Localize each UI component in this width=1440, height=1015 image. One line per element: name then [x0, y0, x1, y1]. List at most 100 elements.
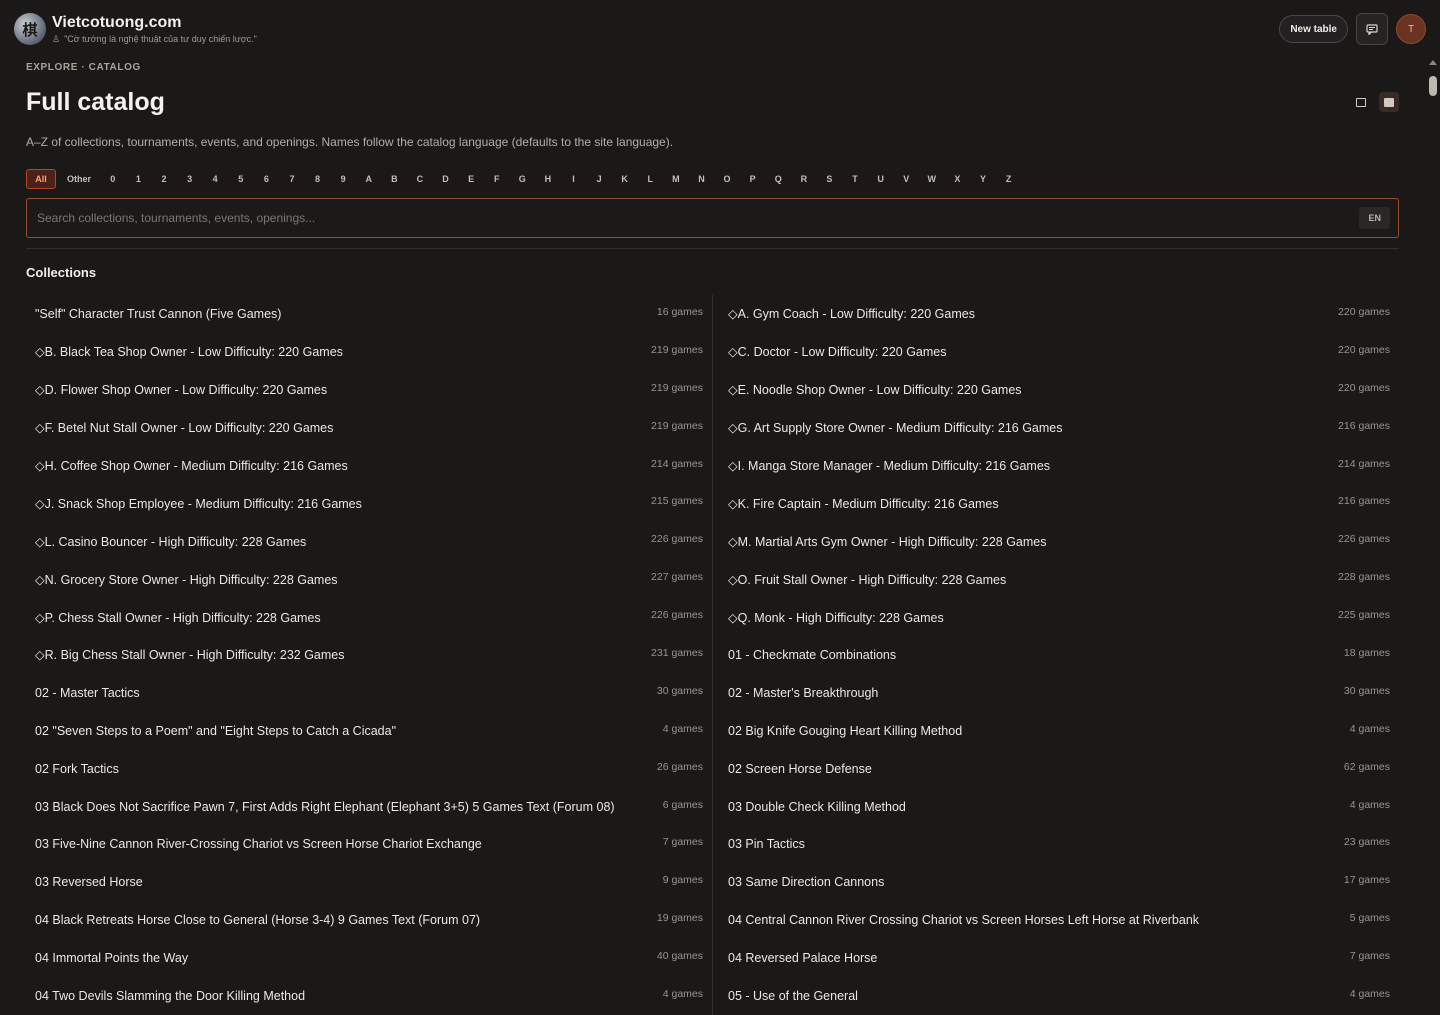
letter-filter-w[interactable]: W — [919, 169, 945, 189]
letter-filter-1[interactable]: 1 — [126, 169, 152, 189]
letter-filter-s[interactable]: S — [817, 169, 843, 189]
collection-row[interactable]: 02 "Seven Steps to a Poem" and "Eight St… — [26, 712, 712, 750]
page-scrollbar[interactable] — [1428, 60, 1438, 1000]
letter-filter-all[interactable]: All — [26, 169, 56, 189]
new-table-button[interactable]: New table — [1279, 15, 1348, 43]
letter-filter-8[interactable]: 8 — [305, 169, 331, 189]
collection-row[interactable]: ◇G. Art Supply Store Owner - Medium Diff… — [713, 409, 1399, 447]
letter-filter-c[interactable]: C — [407, 169, 433, 189]
letter-filter-f[interactable]: F — [484, 169, 510, 189]
collection-row[interactable]: ◇O. Fruit Stall Owner - High Difficulty:… — [713, 560, 1399, 598]
collection-row[interactable]: 02 Big Knife Gouging Heart Killing Metho… — [713, 712, 1399, 750]
collection-name: ◇M. Martial Arts Gym Owner - High Diffic… — [728, 534, 1047, 549]
letter-filter-o[interactable]: O — [714, 169, 740, 189]
letter-filter-k[interactable]: K — [612, 169, 638, 189]
collection-game-count: 220 games — [1338, 305, 1390, 318]
letter-filter-x[interactable]: X — [945, 169, 971, 189]
collection-row[interactable]: 04 Central Cannon River Crossing Chariot… — [713, 901, 1399, 939]
scroll-thumb[interactable] — [1429, 76, 1437, 96]
collection-name: ◇K. Fire Captain - Medium Difficulty: 21… — [728, 496, 999, 511]
letter-filter-a[interactable]: A — [356, 169, 382, 189]
collection-row[interactable]: ◇Q. Monk - High Difficulty: 228 Games 225… — [713, 598, 1399, 636]
collection-row[interactable]: ◇H. Coffee Shop Owner - Medium Difficult… — [26, 447, 712, 485]
letter-filter-z[interactable]: Z — [996, 169, 1022, 189]
search-input[interactable] — [37, 211, 1360, 225]
collection-game-count: 4 games — [1349, 798, 1390, 811]
collection-row[interactable]: 03 Reversed Horse 9 games — [26, 863, 712, 901]
letter-filter-q[interactable]: Q — [765, 169, 791, 189]
collection-name: 03 Reversed Horse — [35, 875, 143, 890]
collection-row[interactable]: ◇D. Flower Shop Owner - Low Difficulty: … — [26, 371, 712, 409]
grid-view-button[interactable] — [1379, 92, 1399, 112]
letter-filter-u[interactable]: U — [868, 169, 894, 189]
letter-filter-t[interactable]: T — [842, 169, 868, 189]
collection-row[interactable]: 03 Five-Nine Cannon River-Crossing Chari… — [26, 825, 712, 863]
collections-columns: "Self" Character Trust Cannon (Five Game… — [26, 295, 1399, 1015]
collection-name: ◇J. Snack Shop Employee - Medium Difficu… — [35, 496, 362, 511]
collection-name: ◇E. Noodle Shop Owner - Low Difficulty: … — [728, 383, 1022, 398]
section-title-collections: Collections — [26, 265, 97, 280]
letter-filter-j[interactable]: J — [586, 169, 612, 189]
collection-row[interactable]: ◇R. Big Chess Stall Owner - High Difficu… — [26, 636, 712, 674]
letter-filter-other[interactable]: Other — [60, 169, 98, 189]
letter-filter-7[interactable]: 7 — [279, 169, 305, 189]
letter-filter-3[interactable]: 3 — [177, 169, 203, 189]
letter-filter-6[interactable]: 6 — [254, 169, 280, 189]
collection-row[interactable]: 04 Reversed Palace Horse 7 games — [713, 939, 1399, 977]
collection-row[interactable]: ◇M. Martial Arts Gym Owner - High Diffic… — [713, 522, 1399, 560]
collection-row[interactable]: ◇B. Black Tea Shop Owner - Low Difficult… — [26, 333, 712, 371]
collection-row[interactable]: ◇N. Grocery Store Owner - High Difficult… — [26, 560, 712, 598]
collection-row[interactable]: ◇K. Fire Captain - Medium Difficulty: 21… — [713, 484, 1399, 522]
collection-row[interactable]: "Self" Character Trust Cannon (Five Game… — [26, 295, 712, 333]
letter-filter-y[interactable]: Y — [970, 169, 996, 189]
collection-row[interactable]: ◇J. Snack Shop Employee - Medium Difficu… — [26, 484, 712, 522]
list-view-button[interactable] — [1351, 92, 1371, 112]
scroll-up-arrow-icon[interactable] — [1429, 60, 1437, 65]
letter-filter-i[interactable]: I — [561, 169, 587, 189]
letter-filter-0[interactable]: 0 — [100, 169, 126, 189]
collection-row[interactable]: 02 Screen Horse Defense 62 games — [713, 750, 1399, 788]
collection-row[interactable]: 04 Immortal Points the Way 40 games — [26, 939, 712, 977]
search-box: EN — [26, 198, 1399, 238]
letter-filter-p[interactable]: P — [740, 169, 766, 189]
letter-filter-v[interactable]: V — [893, 169, 919, 189]
collection-row[interactable]: ◇F. Betel Nut Stall Owner - Low Difficul… — [26, 409, 712, 447]
collection-row[interactable]: 03 Pin Tactics 23 games — [713, 825, 1399, 863]
letter-filter-g[interactable]: G — [510, 169, 536, 189]
collection-row[interactable]: 05 - Use of the General 4 games — [713, 977, 1399, 1015]
letter-filter-5[interactable]: 5 — [228, 169, 254, 189]
collection-row[interactable]: 04 Black Retreats Horse Close to General… — [26, 901, 712, 939]
collection-row[interactable]: 02 Fork Tactics 26 games — [26, 750, 712, 788]
letter-filter-m[interactable]: M — [663, 169, 689, 189]
letter-filter-r[interactable]: R — [791, 169, 817, 189]
collection-row[interactable]: ◇P. Chess Stall Owner - High Difficulty:… — [26, 598, 712, 636]
letter-filter-4[interactable]: 4 — [202, 169, 228, 189]
site-logo[interactable]: 棋 — [14, 13, 46, 45]
collection-row[interactable]: 04 Two Devils Slamming the Door Killing … — [26, 977, 712, 1015]
brand-title[interactable]: Vietcotuong.com — [52, 14, 257, 32]
user-avatar[interactable]: T — [1396, 14, 1426, 44]
collection-row[interactable]: ◇L. Casino Bouncer - High Difficulty: 22… — [26, 522, 712, 560]
letter-filter-e[interactable]: E — [458, 169, 484, 189]
collection-row[interactable]: 03 Same Direction Cannons 17 games — [713, 863, 1399, 901]
collection-row[interactable]: 03 Black Does Not Sacrifice Pawn 7, Firs… — [26, 788, 712, 826]
collection-row[interactable]: 03 Double Check Killing Method 4 games — [713, 788, 1399, 826]
letter-filter-9[interactable]: 9 — [330, 169, 356, 189]
collection-row[interactable]: ◇C. Doctor - Low Difficulty: 220 Games 22… — [713, 333, 1399, 371]
collection-row[interactable]: 02 - Master's Breakthrough 30 games — [713, 674, 1399, 712]
main-content: EXPLORE · CATALOG Full catalog A–Z of co… — [26, 58, 1399, 1015]
collection-row[interactable]: 01 - Checkmate Combinations 18 games — [713, 636, 1399, 674]
collection-row[interactable]: ◇I. Manga Store Manager - Medium Difficu… — [713, 447, 1399, 485]
chat-button[interactable] — [1356, 13, 1388, 45]
letter-filter-n[interactable]: N — [689, 169, 715, 189]
collection-game-count: 5 games — [1349, 912, 1390, 925]
collection-row[interactable]: ◇E. Noodle Shop Owner - Low Difficulty: … — [713, 371, 1399, 409]
letter-filter-d[interactable]: D — [433, 169, 459, 189]
letter-filter-b[interactable]: B — [382, 169, 408, 189]
collection-row[interactable]: ◇A. Gym Coach - Low Difficulty: 220 Game… — [713, 295, 1399, 333]
collection-row[interactable]: 02 - Master Tactics 30 games — [26, 674, 712, 712]
language-badge[interactable]: EN — [1359, 207, 1390, 229]
letter-filter-2[interactable]: 2 — [151, 169, 177, 189]
letter-filter-l[interactable]: L — [637, 169, 663, 189]
letter-filter-h[interactable]: H — [535, 169, 561, 189]
